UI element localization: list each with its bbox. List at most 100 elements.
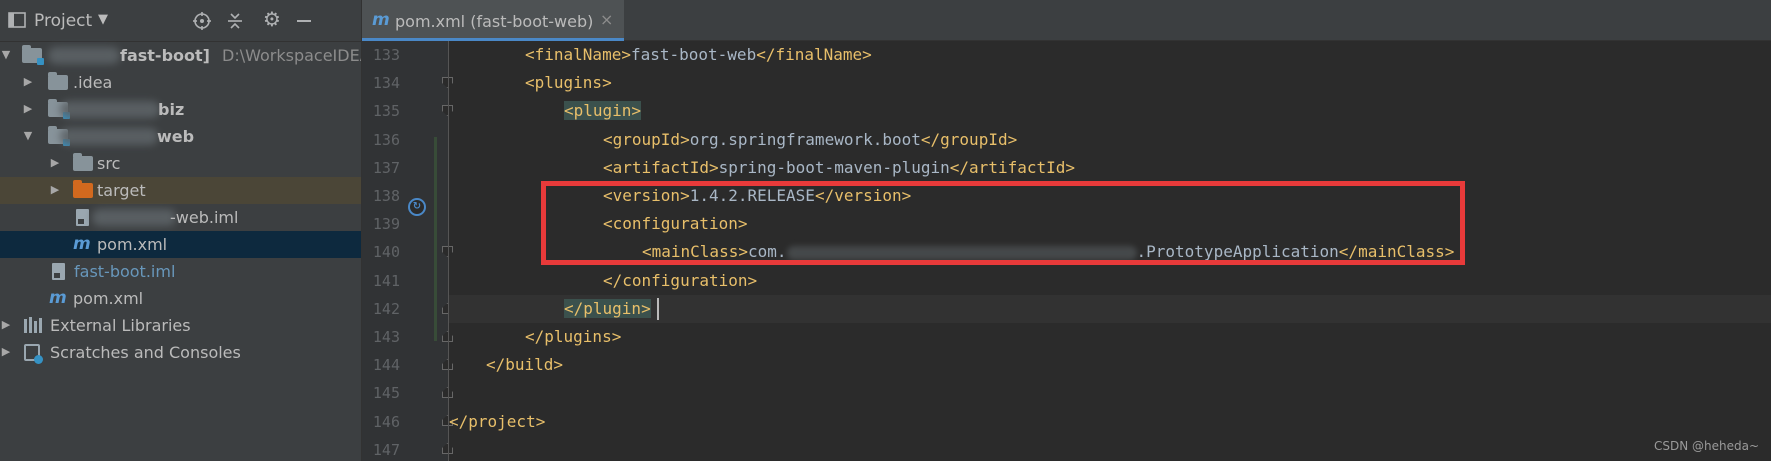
editor-gutter: 133 134 135 136 137 138 139 140 141 142 … bbox=[362, 41, 453, 461]
iml-file-icon bbox=[76, 209, 89, 226]
code-line: <finalName>fast-boot-web</finalName> bbox=[449, 41, 1771, 69]
tree-item-label: biz bbox=[158, 100, 185, 119]
watermark: CSDN @heheda~ bbox=[1653, 439, 1759, 453]
collapse-icon[interactable] bbox=[226, 12, 244, 34]
project-panel-title[interactable]: Project bbox=[34, 11, 92, 31]
tab-pom-xml[interactable]: m pom.xml (fast-boot-web) × bbox=[362, 0, 624, 41]
chevron-right-icon[interactable]: ▶ bbox=[22, 74, 34, 90]
scratches-icon bbox=[24, 344, 43, 364]
line-number: 133 bbox=[372, 46, 400, 64]
xml-tag: <finalName> bbox=[525, 45, 631, 64]
redacted-text bbox=[60, 101, 160, 118]
xml-tag-matched: <plugin> bbox=[564, 101, 642, 121]
redacted-text bbox=[60, 128, 158, 145]
locate-icon[interactable] bbox=[193, 12, 211, 34]
chevron-down-icon[interactable]: ▼ bbox=[22, 128, 34, 144]
line-number: 145 bbox=[372, 384, 400, 403]
xml-text: spring-boot-maven-plugin bbox=[718, 157, 950, 177]
chevron-right-icon[interactable]: ▶ bbox=[0, 317, 12, 333]
tree-item-root-pom[interactable]: m pom.xml bbox=[0, 285, 361, 312]
redacted-text bbox=[92, 209, 176, 226]
libraries-icon bbox=[24, 317, 42, 333]
code-line: </plugins> bbox=[449, 323, 1771, 351]
line-number: 146 bbox=[372, 412, 400, 431]
folder-icon bbox=[73, 153, 93, 171]
run-gutter-icon[interactable]: ↻ bbox=[408, 198, 426, 216]
project-panel-header: Project ▼ ⚙ bbox=[0, 0, 361, 42]
tree-item-web-iml[interactable]: -web.iml bbox=[0, 204, 361, 231]
tree-item-label: .idea bbox=[73, 73, 113, 92]
tree-item-web-pom[interactable]: m pom.xml bbox=[0, 231, 361, 258]
tree-item-scratches[interactable]: ▶ Scratches and Consoles bbox=[0, 339, 361, 366]
editor: m pom.xml (fast-boot-web) × 133 134 135 … bbox=[362, 0, 1771, 461]
xml-text: fast-boot-web bbox=[630, 45, 757, 64]
tree-item-label: web bbox=[157, 127, 195, 146]
tree-item-label: fast-boot.iml bbox=[74, 262, 176, 281]
tree-item-label: fast-boot] bbox=[120, 46, 210, 65]
tree-item-project-root[interactable]: ▼ fast-boot] D:\WorkspaceIDEA bbox=[0, 42, 362, 69]
xml-tag: <groupId> bbox=[603, 129, 690, 149]
chevron-right-icon[interactable]: ▶ bbox=[0, 344, 12, 360]
line-number: 147 bbox=[372, 440, 400, 459]
code-line-current: </plugin> bbox=[449, 294, 1771, 323]
tree-item-biz-module[interactable]: ▶ biz bbox=[0, 96, 361, 123]
tab-title: pom.xml (fast-boot-web) bbox=[395, 12, 594, 31]
maven-icon: m bbox=[372, 10, 390, 30]
maven-icon: m bbox=[49, 288, 67, 308]
close-icon[interactable]: × bbox=[600, 11, 613, 29]
tree-item-path: D:\WorkspaceIDEA bbox=[222, 46, 362, 65]
xml-tag: <artifactId> bbox=[603, 157, 719, 177]
xml-text: org.springframework.boot bbox=[689, 129, 921, 149]
tree-item-web-module[interactable]: ▼ web bbox=[0, 123, 361, 150]
code-line: </build> bbox=[449, 351, 1771, 379]
project-view-icon bbox=[8, 11, 26, 33]
line-number: 144 bbox=[372, 356, 400, 375]
tree-item-label: pom.xml bbox=[73, 289, 144, 308]
redacted-text bbox=[48, 47, 120, 64]
line-number: 136 bbox=[372, 130, 400, 149]
line-number: 134 bbox=[372, 74, 400, 93]
tree-item-external-libraries[interactable]: ▶ External Libraries bbox=[0, 312, 361, 339]
code-line: <artifactId>spring-boot-maven-plugin</ar… bbox=[449, 154, 1771, 182]
tree-item-label: pom.xml bbox=[97, 235, 168, 254]
xml-tag: </plugins> bbox=[525, 327, 622, 346]
chevron-down-icon[interactable]: ▼ bbox=[0, 47, 12, 63]
chevron-right-icon[interactable]: ▶ bbox=[22, 101, 34, 117]
tree-item-label: External Libraries bbox=[50, 316, 191, 335]
chevron-right-icon[interactable]: ▶ bbox=[49, 182, 61, 198]
line-number: 135 bbox=[372, 102, 400, 121]
vcs-change-marker[interactable] bbox=[434, 137, 437, 341]
xml-tag: </build> bbox=[486, 355, 564, 375]
line-number: 141 bbox=[372, 271, 400, 290]
folder-icon bbox=[73, 180, 93, 198]
line-number: 137 bbox=[372, 158, 400, 177]
folder-icon bbox=[48, 72, 68, 90]
gear-icon[interactable]: ⚙ bbox=[263, 9, 281, 29]
line-number: 139 bbox=[372, 215, 400, 234]
xml-tag: </configuration> bbox=[603, 270, 758, 290]
editor-tab-bar: m pom.xml (fast-boot-web) × bbox=[362, 0, 1771, 41]
xml-tag: </finalName> bbox=[756, 45, 872, 64]
code-line: <plugin> bbox=[449, 97, 1771, 125]
tree-item-root-iml[interactable]: fast-boot.iml bbox=[0, 258, 361, 285]
maven-icon: m bbox=[73, 234, 91, 254]
tree-item-idea[interactable]: ▶ .idea bbox=[0, 69, 361, 96]
xml-tag: </artifactId> bbox=[949, 157, 1076, 177]
chevron-right-icon[interactable]: ▶ bbox=[49, 155, 61, 171]
code-line: </configuration> bbox=[449, 267, 1771, 295]
minimize-icon[interactable] bbox=[296, 12, 312, 34]
tree-item-label: src bbox=[97, 154, 121, 173]
tree-item-src[interactable]: ▶ src bbox=[0, 150, 361, 177]
chevron-down-icon[interactable]: ▼ bbox=[98, 12, 108, 27]
project-panel: Project ▼ ⚙ ▼ fast-boot] D:\WorkspaceIDE… bbox=[0, 0, 362, 461]
tree-item-label: -web.iml bbox=[170, 208, 239, 227]
tree-item-target[interactable]: ▶ target bbox=[0, 177, 361, 204]
code-line: <plugins> bbox=[449, 69, 1771, 97]
annotation-highlight-box bbox=[541, 181, 1465, 265]
xml-tag: </groupId> bbox=[920, 129, 1018, 149]
xml-tag: </project> bbox=[449, 411, 546, 431]
line-number: 143 bbox=[372, 328, 400, 346]
code-line: </project> bbox=[449, 408, 1771, 436]
line-number: 140 bbox=[372, 243, 400, 262]
